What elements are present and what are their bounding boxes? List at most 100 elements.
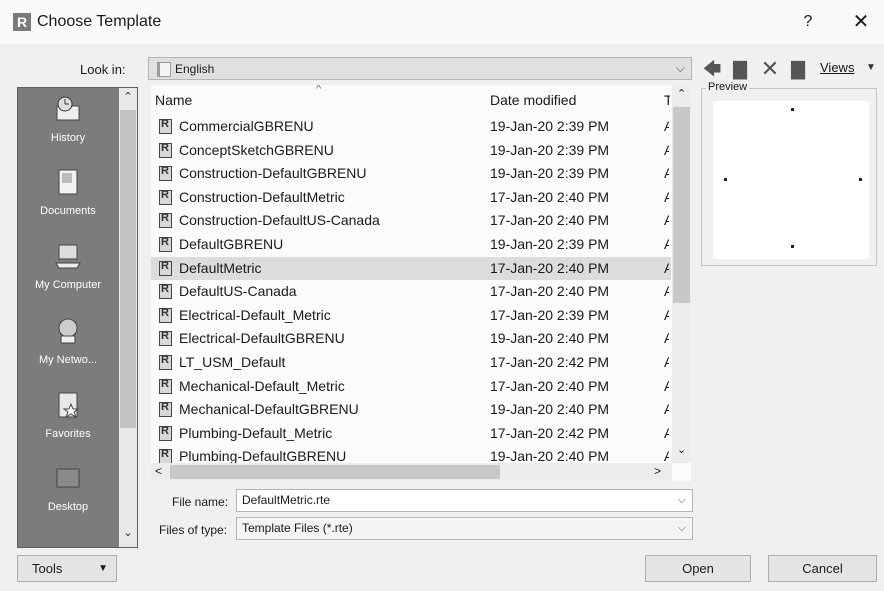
file-date-cell: 19-Jan-20 2:39 PM [490,165,610,182]
open-button[interactable]: Open [645,555,751,582]
place-desktop[interactable]: Desktop [18,463,118,513]
file-row[interactable]: Electrical-Default_Metric 17-Jan-20 2:39 … [151,304,671,328]
scroll-left-icon[interactable]: < [155,464,162,478]
vertical-scrollbar-thumb[interactable] [673,107,690,303]
file-row[interactable]: Construction-DefaultMetric 17-Jan-20 2:40… [151,186,671,210]
back-arrow-icon[interactable]: 🡄 [700,57,724,81]
file-date-cell: 19-Jan-20 2:40 PM [490,330,610,347]
preview-image [713,101,869,259]
file-row[interactable]: DefaultUS-Canada 17-Jan-20 2:40 PM A [151,280,671,304]
file-type-cell: A [664,165,669,182]
file-row[interactable]: Mechanical-Default_Metric 17-Jan-20 2:40 … [151,375,671,399]
close-button[interactable]: ✕ [848,9,874,35]
place-label: Favorites [45,428,91,440]
dropdown-arrow-icon: ▼ [98,563,108,574]
file-name-cell: Construction-DefaultGBRENU [179,165,367,182]
files-of-type-dropdown[interactable]: Template Files (*.rte) ⌵ [236,517,693,540]
places-scrollbar-thumb[interactable] [120,110,136,428]
file-name-input[interactable]: DefaultMetric.rte ⌵ [236,489,693,512]
column-header-date-modified[interactable]: Date modified [490,85,576,113]
tools-label: Tools [32,561,63,576]
tools-button[interactable]: Tools ▼ [17,555,117,582]
file-date-cell: 19-Jan-20 2:39 PM [490,141,610,158]
file-type-cell: A [664,306,669,323]
revit-template-icon [159,401,172,418]
chevron-down-icon[interactable]: ⌵ [678,490,686,511]
scroll-down-icon[interactable]: ⌄ [672,443,691,456]
files-of-type-label: Files of type: [159,523,228,537]
file-list-horizontal-scrollbar[interactable]: < > [151,463,672,481]
look-in-dropdown[interactable]: English ⌵ [148,57,692,80]
file-date-cell: 17-Jan-20 2:40 PM [490,259,610,276]
revit-template-icon [159,330,172,347]
cancel-button[interactable]: Cancel [768,555,877,582]
file-row[interactable]: Mechanical-DefaultGBRENU 19-Jan-20 2:40 P… [151,398,671,422]
column-header-type[interactable]: T [664,85,670,113]
chevron-down-icon: ⌵ [675,61,685,75]
file-row[interactable]: DefaultMetric 17-Jan-20 2:40 PM A [151,256,671,281]
up-folder-icon[interactable]: ▇ [728,57,752,81]
file-name-cell: Plumbing-Default_Metric [179,424,333,441]
place-label: My Computer [34,279,102,291]
file-name-cell: DefaultMetric [179,259,262,276]
file-type-cell: A [664,188,669,205]
place-documents[interactable]: Documents [18,167,118,217]
scroll-up-icon[interactable]: ⌃ [672,87,691,100]
file-type-cell: A [664,212,669,229]
file-type-cell: A [664,448,669,465]
file-name-cell: LT_USM_Default [179,354,286,370]
file-list-vertical-scrollbar[interactable]: ⌃ ⌄ [672,85,691,463]
views-menu-button[interactable]: Views [820,60,854,75]
revit-template-icon [159,354,172,370]
place-my-computer[interactable]: My Computer [18,241,118,291]
file-name-cell: CommercialGBRENU [179,118,314,134]
file-type-cell: A [664,283,669,300]
file-date-cell: 17-Jan-20 2:42 PM [490,424,610,441]
revit-template-icon [159,142,172,158]
preview-label: Preview [706,81,750,93]
file-row[interactable]: DefaultGBRENU 19-Jan-20 2:39 PM A [151,233,671,257]
choose-template-dialog: R Choose Template ? ✕ Look in: English ⌵… [0,0,884,591]
file-row[interactable]: Construction-DefaultUS-Canada 17-Jan-20 2… [151,209,671,233]
chevron-down-icon[interactable]: ⌵ [678,518,686,539]
file-name-cell: Plumbing-DefaultGBRENU [179,448,347,465]
file-row[interactable]: Plumbing-Default_Metric 17-Jan-20 2:42 PM… [151,422,671,446]
place-favorites[interactable]: Favorites [18,390,118,440]
file-name-cell: Electrical-Default_Metric [179,306,331,323]
delete-icon[interactable]: ✕ [758,57,782,81]
scroll-down-icon[interactable]: ⌄ [120,526,136,539]
elevation-marker-south [791,245,794,248]
place-my-network[interactable]: My Netwo... [18,316,118,366]
elevation-marker-north [791,108,794,111]
file-row[interactable]: ConceptSketchGBRENU 19-Jan-20 2:39 PM A [151,139,671,163]
scroll-up-icon[interactable]: ⌃ [120,90,136,103]
title-bar: R Choose Template ? ✕ [0,0,884,44]
file-row[interactable]: Construction-DefaultGBRENU 19-Jan-20 2:39… [151,162,671,186]
views-dropdown-arrow-icon[interactable]: ▼ [866,62,876,73]
file-date-cell: 17-Jan-20 2:42 PM [490,354,610,370]
revit-template-icon [159,165,172,182]
place-label: Documents [40,205,96,217]
scroll-right-icon[interactable]: > [654,464,661,478]
column-header-name[interactable]: Name [155,85,192,113]
file-row[interactable]: Electrical-DefaultGBRENU 19-Jan-20 2:40 P… [151,327,671,351]
network-icon [58,318,78,344]
file-date-cell: 19-Jan-20 2:39 PM [490,236,610,252]
new-folder-icon[interactable]: ▇ [786,57,810,81]
file-row[interactable]: LT_USM_Default 17-Jan-20 2:42 PM A [151,351,671,375]
place-history[interactable]: History [18,94,118,144]
file-name-cell: ConceptSketchGBRENU [179,141,334,158]
file-name-cell: Construction-DefaultUS-Canada [179,212,380,229]
sort-ascending-icon: ^ [316,85,322,95]
file-name-cell: Mechanical-Default_Metric [179,377,345,394]
horizontal-scrollbar-thumb[interactable] [170,465,500,479]
dialog-title: Choose Template [37,13,162,30]
place-label: My Netwo... [38,354,98,366]
revit-template-icon [159,425,172,441]
file-name-cell: Electrical-DefaultGBRENU [179,330,345,347]
revit-template-icon [159,260,172,276]
help-button[interactable]: ? [796,9,820,35]
file-name-cell: DefaultUS-Canada [179,283,297,300]
file-date-cell: 19-Jan-20 2:40 PM [490,448,610,465]
file-row[interactable]: CommercialGBRENU 19-Jan-20 2:39 PM A [151,115,671,139]
